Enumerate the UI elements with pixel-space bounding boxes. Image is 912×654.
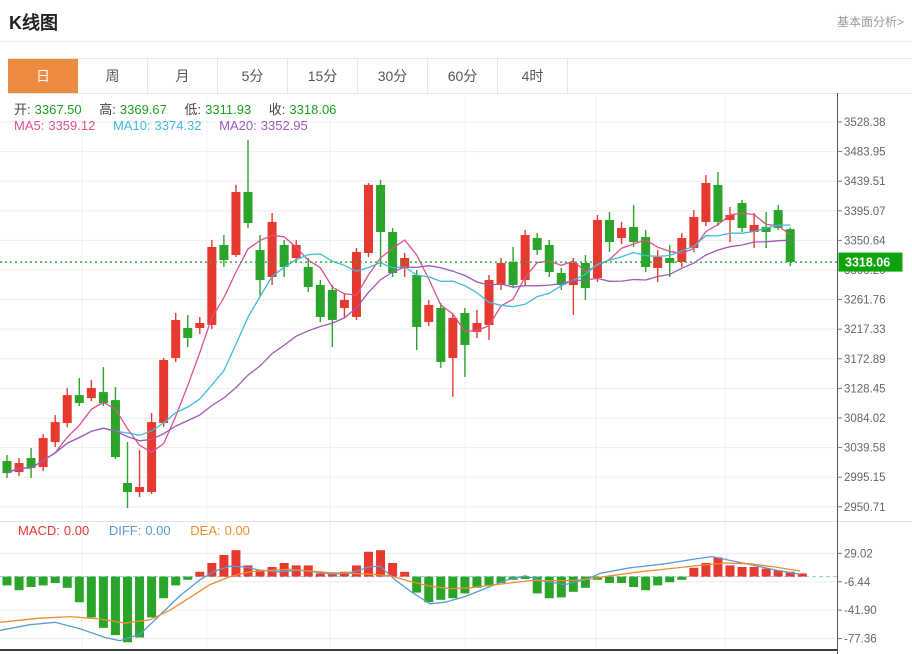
ma10-label: MA10: — [113, 118, 151, 133]
ma-lines — [7, 213, 790, 473]
fundamental-analysis-link[interactable]: 基本面分析> — [837, 13, 904, 30]
last-price-badge: 3318.06 — [839, 253, 903, 272]
dea-value: 0.00 — [225, 523, 250, 538]
low-value: 3311.93 — [205, 102, 251, 117]
tab-period-月[interactable]: 月 — [148, 59, 218, 93]
ma5-line — [7, 213, 790, 473]
ma20-label: MA20: — [219, 118, 257, 133]
svg-text:29.02: 29.02 — [844, 548, 873, 560]
svg-text:3084.02: 3084.02 — [844, 413, 886, 425]
svg-text:3318.06: 3318.06 — [845, 256, 890, 270]
svg-text:3528.38: 3528.38 — [844, 117, 886, 129]
tab-period-日[interactable]: 日 — [8, 59, 78, 93]
diff-line — [0, 557, 800, 641]
ma10-value: 3374.32 — [155, 118, 202, 133]
tab-period-60分[interactable]: 60分 — [428, 59, 498, 93]
svg-text:3039.58: 3039.58 — [844, 443, 886, 455]
kline-chart-svg: 3528.383483.953439.513395.073350.643306.… — [0, 93, 912, 654]
svg-text:3217.33: 3217.33 — [844, 324, 886, 336]
tab-period-5分[interactable]: 5分 — [218, 59, 288, 93]
high-label: 高: — [99, 102, 116, 117]
page-title: K线图 — [9, 9, 58, 35]
macd-info-row: MACD:0.00 DIFF:0.00 DEA:0.00 — [18, 523, 254, 538]
open-label: 开: — [14, 102, 31, 117]
tab-period-4时[interactable]: 4时 — [498, 59, 568, 93]
svg-text:3261.76: 3261.76 — [844, 295, 886, 307]
svg-text:-77.36: -77.36 — [844, 634, 877, 646]
period-tabbar: 日周月5分15分30分60分4时 — [8, 58, 912, 94]
kline-chart-area: 3528.383483.953439.513395.073350.643306.… — [0, 93, 912, 654]
ma20-value: 3352.95 — [261, 118, 308, 133]
page-header: K线图 基本面分析> — [0, 0, 912, 42]
diff-label: DIFF: — [109, 523, 142, 538]
high-value: 3369.67 — [120, 102, 167, 117]
svg-text:3483.95: 3483.95 — [844, 147, 886, 159]
close-value: 3318.06 — [289, 102, 336, 117]
macd-label: MACD: — [18, 523, 60, 538]
tab-period-30分[interactable]: 30分 — [358, 59, 428, 93]
svg-text:3172.89: 3172.89 — [844, 354, 886, 366]
macd-histogram — [3, 550, 807, 642]
svg-text:3350.64: 3350.64 — [844, 235, 886, 247]
tab-period-15分[interactable]: 15分 — [288, 59, 358, 93]
ma20-line — [7, 240, 790, 473]
dea-label: DEA: — [190, 523, 220, 538]
svg-text:3128.45: 3128.45 — [844, 383, 886, 395]
close-label: 收: — [269, 102, 286, 117]
ma5-label: MA5: — [14, 118, 44, 133]
ohlc-info-row: 开: 3367.50 高: 3369.67 低:3311.93 收:3318.06 — [14, 99, 340, 118]
svg-text:-6.44: -6.44 — [844, 577, 871, 589]
diff-value: 0.00 — [145, 523, 170, 538]
svg-text:2995.15: 2995.15 — [844, 472, 886, 484]
svg-text:2950.71: 2950.71 — [844, 502, 886, 514]
dea-line — [0, 563, 800, 623]
svg-text:3439.51: 3439.51 — [844, 176, 886, 188]
low-label: 低: — [185, 102, 202, 117]
svg-text:3395.07: 3395.07 — [844, 206, 886, 218]
candlestick-series — [3, 140, 795, 508]
price-axis-labels: 3528.383483.953439.513395.073350.643306.… — [837, 117, 886, 646]
macd-value: 0.00 — [64, 523, 89, 538]
ma-info-row: MA5: 3359.12 MA10: 3374.32 MA20: 3352.95 — [14, 118, 312, 133]
ma5-value: 3359.12 — [48, 118, 95, 133]
open-value: 3367.50 — [35, 102, 82, 117]
tab-period-周[interactable]: 周 — [78, 59, 148, 93]
svg-text:-41.90: -41.90 — [844, 605, 877, 617]
